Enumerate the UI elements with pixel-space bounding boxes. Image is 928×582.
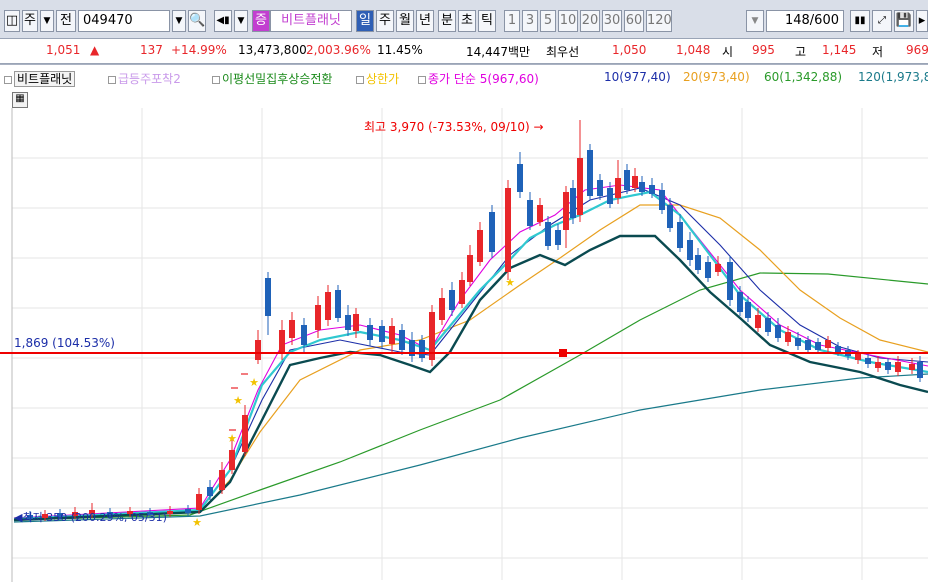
- star-marker: ★: [192, 516, 202, 529]
- candle-body: [745, 302, 751, 318]
- candle-body: [467, 255, 473, 282]
- candle-body: [219, 470, 225, 490]
- candle-body: [399, 330, 405, 350]
- candle-body: [649, 185, 655, 194]
- candle-body: [695, 255, 701, 270]
- candle-body: [419, 340, 425, 358]
- candle-body: [875, 362, 881, 368]
- candle-body: [785, 332, 791, 342]
- star-marker: ★: [227, 432, 237, 445]
- star-marker: ★: [233, 394, 243, 407]
- candle-body: [477, 230, 483, 262]
- candle-body: [167, 511, 173, 514]
- candle-body: [659, 190, 665, 210]
- candle-body: [835, 346, 841, 352]
- candle-body: [577, 158, 583, 215]
- candle-body: [301, 325, 307, 345]
- candle-body: [909, 364, 915, 370]
- candle-body: [805, 340, 811, 350]
- candle-body: [265, 278, 271, 316]
- candle-body: [855, 354, 861, 360]
- candle-body: [185, 509, 191, 513]
- ma60-line: [13, 272, 928, 521]
- signal-line: [13, 190, 928, 521]
- candle-body: [379, 326, 385, 342]
- candle-body: [815, 342, 821, 350]
- candle-body: [895, 362, 901, 372]
- candle-body: [229, 450, 235, 470]
- candle-body: [279, 330, 285, 352]
- candle-body: [207, 487, 213, 496]
- candle-body: [755, 315, 761, 328]
- candle-body: [705, 262, 711, 278]
- signal-markers: ★ ★ ★ ★ ★: [192, 276, 515, 529]
- candle-body: [367, 325, 373, 340]
- candle-body: [459, 280, 465, 304]
- candle-body: [545, 222, 551, 246]
- candle-body: [517, 164, 523, 192]
- candle-body: [775, 325, 781, 338]
- candle-body: [537, 205, 543, 222]
- candle-body: [677, 222, 683, 248]
- price-chart[interactable]: 1,869 (104.53%) 최고 3,970 (-73.53%, 09/10…: [0, 0, 928, 582]
- candle-body: [727, 262, 733, 300]
- reference-line-handle: [559, 349, 567, 357]
- candle-body: [555, 230, 561, 245]
- candle-body: [527, 200, 533, 226]
- reference-line-label: 1,869 (104.53%): [14, 336, 115, 350]
- candle-body: [865, 358, 871, 364]
- candle-body: [489, 212, 495, 252]
- ma5-line: [13, 184, 928, 519]
- candle-body: [196, 494, 202, 510]
- candle-body: [632, 176, 638, 188]
- candle-body: [315, 305, 321, 330]
- candle-body: [917, 362, 923, 378]
- candle-body: [570, 188, 576, 218]
- candle-body: [615, 178, 621, 198]
- candle-body: [639, 182, 645, 192]
- ma20-line: [13, 204, 928, 519]
- candle-body: [255, 340, 261, 360]
- candle-body: [715, 264, 721, 272]
- candle-body: [345, 315, 351, 330]
- ma120-line: [13, 373, 928, 523]
- candle-body: [825, 340, 831, 348]
- candle-body: [289, 320, 295, 338]
- candle-body: [737, 292, 743, 312]
- star-marker: ★: [249, 376, 259, 389]
- candle-body: [587, 150, 593, 196]
- candles: [27, 120, 923, 522]
- candle-body: [765, 318, 771, 332]
- candle-body: [353, 314, 359, 331]
- max-price-label: 최고 3,970 (-73.53%, 09/10) →: [364, 120, 544, 134]
- candle-body: [667, 205, 673, 228]
- min-price-label: ◀최저 350 (200.29%, 05/31): [14, 511, 167, 524]
- candle-body: [885, 362, 891, 370]
- candle-body: [242, 415, 248, 452]
- candle-body: [607, 188, 613, 204]
- candle-body: [597, 180, 603, 196]
- candle-body: [325, 292, 331, 320]
- candle-body: [563, 192, 569, 230]
- candle-body: [449, 290, 455, 310]
- candle-body: [795, 338, 801, 346]
- candle-body: [505, 188, 511, 272]
- candle-body: [687, 240, 693, 260]
- candle-body: [335, 290, 341, 318]
- candle-body: [439, 298, 445, 320]
- candle-body: [624, 170, 630, 190]
- candle-body: [389, 326, 395, 344]
- star-marker: ★: [505, 276, 515, 289]
